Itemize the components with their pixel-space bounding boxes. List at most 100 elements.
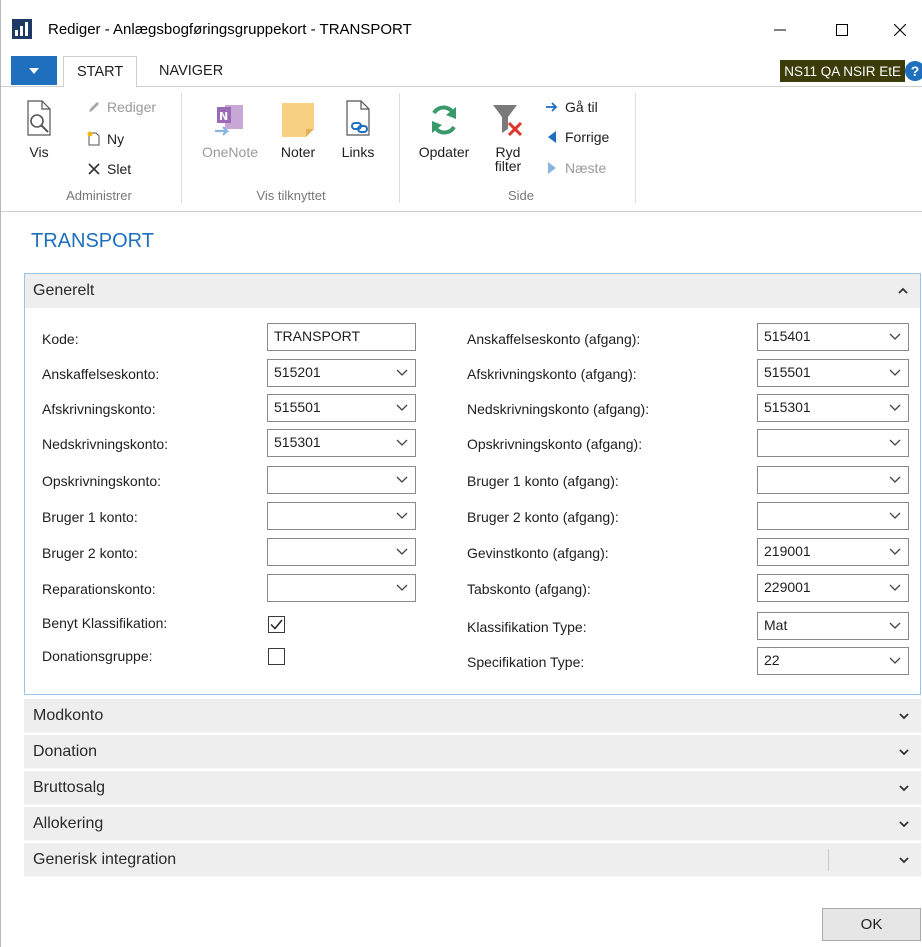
fasttab-generelt: Generelt Kode: TRANSPORT Anskaffelseskon… bbox=[24, 273, 921, 695]
chevron-down-icon bbox=[396, 548, 408, 555]
field-label: Reparationskonto: bbox=[42, 581, 156, 597]
chevron-down-icon bbox=[889, 512, 901, 519]
donationsgruppe-checkbox[interactable] bbox=[268, 648, 285, 665]
ok-button[interactable]: OK bbox=[822, 908, 921, 941]
group-label-vis-tilknyttet: Vis tilknyttet bbox=[256, 188, 326, 203]
refresh-icon bbox=[426, 95, 462, 139]
fasttab-donation[interactable]: Donation bbox=[24, 735, 921, 769]
field-value: 515301 bbox=[274, 434, 321, 450]
onenote-icon: N bbox=[212, 95, 248, 139]
field-label: Bruger 2 konto (afgang): bbox=[467, 509, 619, 525]
chevron-down-icon bbox=[899, 781, 909, 795]
opdater-button[interactable]: Opdater bbox=[413, 95, 475, 159]
chevron-up-icon bbox=[898, 283, 908, 297]
maximize-button[interactable] bbox=[819, 14, 865, 46]
fasttab-generisk-integration[interactable]: Generisk integration bbox=[24, 843, 921, 877]
group-separator bbox=[635, 93, 636, 203]
field-label: Kode: bbox=[42, 331, 79, 347]
chevron-down-icon bbox=[29, 67, 39, 74]
naeste-button[interactable]: Næste bbox=[543, 158, 606, 178]
bruger1-konto-field[interactable] bbox=[267, 502, 416, 530]
tab-start[interactable]: START bbox=[63, 56, 138, 87]
slet-button[interactable]: Slet bbox=[85, 159, 131, 179]
tab-naviger[interactable]: NAVIGER bbox=[146, 56, 236, 86]
nedskrivningskonto-field[interactable]: 515301 bbox=[267, 429, 416, 457]
ryd-filter-button[interactable]: Ryd filter bbox=[485, 95, 531, 173]
field-value: 515301 bbox=[764, 399, 811, 415]
forrige-button[interactable]: Forrige bbox=[543, 127, 609, 147]
new-document-icon bbox=[85, 130, 103, 148]
bruger1-konto-afgang-field[interactable] bbox=[757, 466, 909, 494]
chevron-down-icon bbox=[889, 439, 901, 446]
close-button[interactable] bbox=[877, 14, 922, 46]
ny-button[interactable]: Ny bbox=[85, 129, 124, 149]
vis-label: Vis bbox=[29, 144, 49, 160]
fasttab-modkonto[interactable]: Modkonto bbox=[24, 699, 921, 733]
fasttab-title: Donation bbox=[33, 742, 98, 760]
bruger2-konto-field[interactable] bbox=[267, 538, 416, 566]
tabskonto-afgang-field[interactable]: 229001 bbox=[757, 574, 909, 602]
chevron-down-icon bbox=[889, 476, 901, 483]
ribbon: Vis Rediger Ny Slet Administrer N OneNot… bbox=[1, 86, 922, 212]
noter-button[interactable]: Noter bbox=[273, 95, 323, 159]
anskaffelseskonto-field[interactable]: 515201 bbox=[267, 359, 416, 387]
group-side: Opdater Ryd filter Gå til Forrige Næste … bbox=[407, 87, 635, 209]
help-icon[interactable]: ? bbox=[905, 61, 922, 81]
onenote-label: OneNote bbox=[201, 144, 259, 160]
gaa-til-button[interactable]: Gå til bbox=[543, 97, 598, 117]
chevron-down-icon bbox=[396, 476, 408, 483]
clear-filter-icon bbox=[490, 95, 526, 139]
naeste-label: Næste bbox=[565, 160, 607, 176]
field-value: 515201 bbox=[274, 364, 321, 380]
title-bar: Rediger - Anlægsbogføringsgruppekort - T… bbox=[1, 0, 922, 54]
rediger-button[interactable]: Rediger bbox=[85, 97, 156, 117]
field-label: Nedskrivningskonto: bbox=[42, 436, 169, 452]
note-icon bbox=[280, 95, 316, 139]
ny-label: Ny bbox=[107, 131, 125, 147]
field-value: 515501 bbox=[274, 399, 321, 415]
kode-field[interactable]: TRANSPORT bbox=[267, 323, 416, 351]
fasttab-divider bbox=[828, 849, 829, 871]
reparationskonto-field[interactable] bbox=[267, 574, 416, 602]
fasttab-header-generelt[interactable]: Generelt bbox=[25, 274, 920, 308]
group-separator bbox=[399, 93, 400, 203]
onenote-button[interactable]: N OneNote bbox=[195, 95, 265, 159]
klassifikation-type-field[interactable]: Mat bbox=[757, 612, 909, 640]
slet-label: Slet bbox=[107, 161, 132, 177]
opskrivningskonto-afgang-field[interactable] bbox=[757, 429, 909, 457]
vis-button[interactable]: Vis bbox=[19, 95, 59, 159]
gevinstkonto-afgang-field[interactable]: 219001 bbox=[757, 538, 909, 566]
field-value: 22 bbox=[764, 652, 780, 668]
minimize-button[interactable] bbox=[757, 14, 803, 46]
fasttab-title: Generisk integration bbox=[33, 850, 177, 868]
field-label: Nedskrivningskonto (afgang): bbox=[467, 401, 650, 417]
link-icon bbox=[340, 95, 376, 139]
chevron-down-icon bbox=[899, 745, 909, 759]
benyt-klassifikation-checkbox[interactable] bbox=[268, 616, 285, 633]
fasttab-bruttosalg[interactable]: Bruttosalg bbox=[24, 771, 921, 805]
nedskrivningskonto-afgang-field[interactable]: 515301 bbox=[757, 394, 909, 422]
links-label: Links bbox=[341, 144, 375, 160]
ryd-label: Ryd bbox=[495, 144, 521, 160]
application-menu-button[interactable] bbox=[11, 56, 57, 85]
field-label: Bruger 1 konto (afgang): bbox=[467, 473, 619, 489]
field-value: 515501 bbox=[764, 364, 811, 380]
opskrivningskonto-field[interactable] bbox=[267, 466, 416, 494]
field-label: Opskrivningskonto: bbox=[42, 473, 162, 489]
fasttab-title: Generelt bbox=[33, 282, 95, 299]
minimize-icon bbox=[774, 29, 786, 31]
gaa-til-label: Gå til bbox=[565, 99, 598, 115]
links-button[interactable]: Links bbox=[335, 95, 381, 159]
group-separator bbox=[181, 93, 182, 203]
fasttab-allokering[interactable]: Allokering bbox=[24, 807, 921, 841]
window-title: Rediger - Anlægsbogføringsgruppekort - T… bbox=[48, 21, 412, 38]
bruger2-konto-afgang-field[interactable] bbox=[757, 502, 909, 530]
chevron-down-icon bbox=[396, 512, 408, 519]
chevron-down-icon bbox=[396, 369, 408, 376]
anskaffelseskonto-afgang-field[interactable]: 515401 bbox=[757, 323, 909, 351]
specifikation-type-field[interactable]: 22 bbox=[757, 647, 909, 675]
chevron-down-icon bbox=[889, 548, 901, 555]
afskrivningskonto-field[interactable]: 515501 bbox=[267, 394, 416, 422]
next-icon bbox=[543, 159, 561, 177]
afskrivningskonto-afgang-field[interactable]: 515501 bbox=[757, 359, 909, 387]
